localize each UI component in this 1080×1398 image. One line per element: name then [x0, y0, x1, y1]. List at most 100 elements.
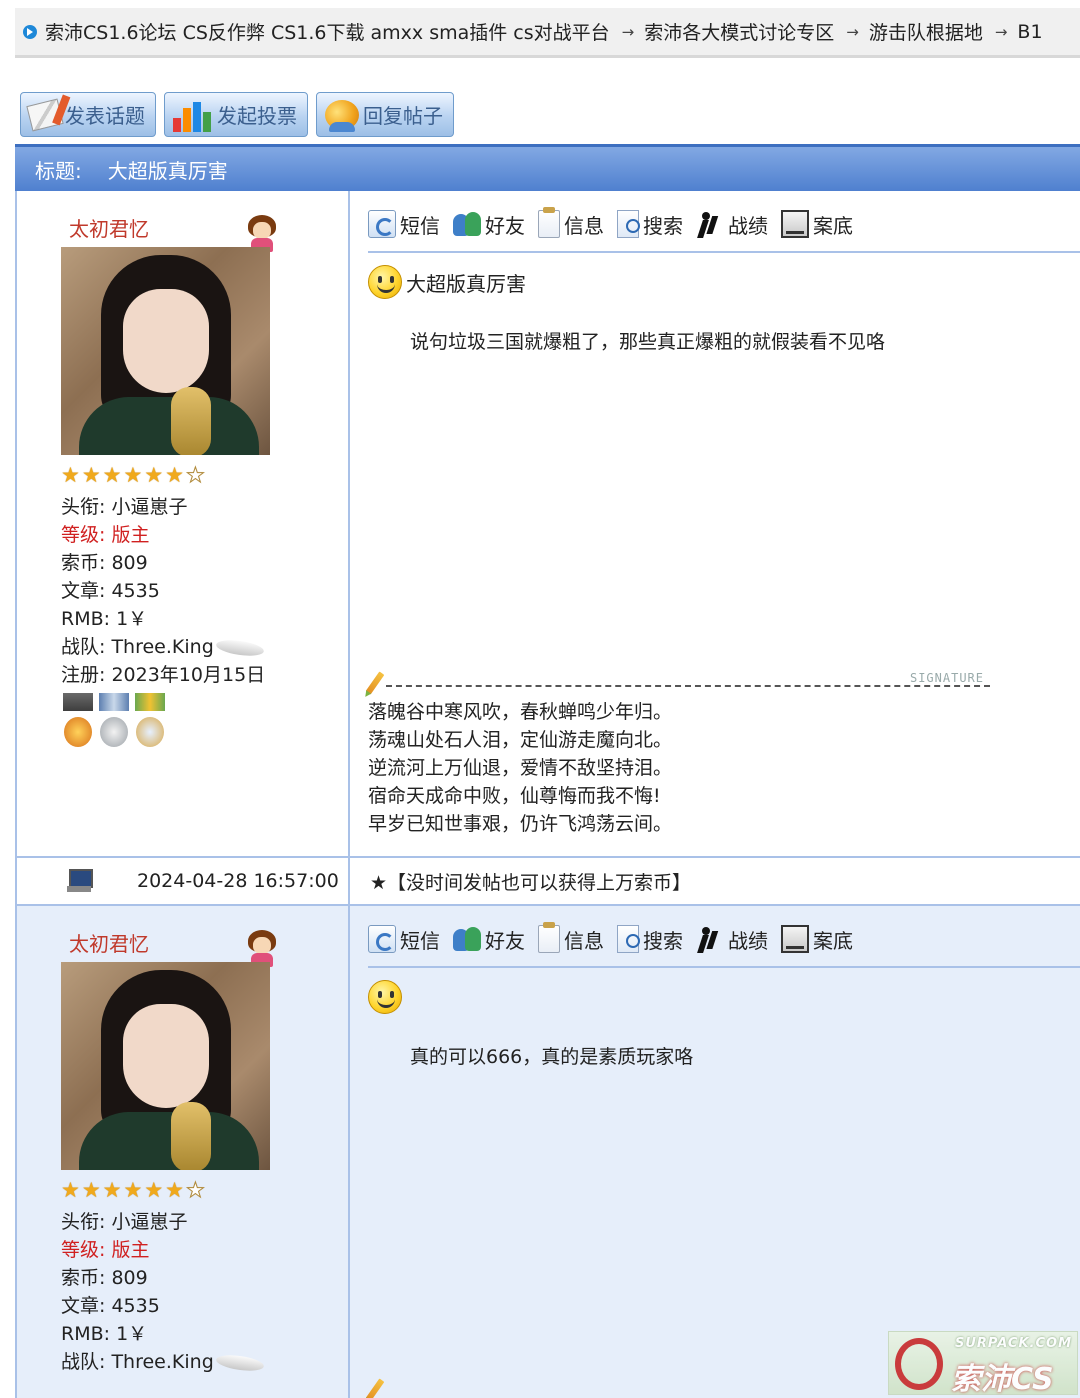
computer-icon[interactable]: [67, 869, 93, 893]
author-info: 头衔: 小逼崽子 等级: 版主 索币: 809 文章: 4535 RMB: 1￥…: [61, 1208, 348, 1376]
author-coins-row: 索币: 809: [61, 1264, 348, 1292]
author-name[interactable]: 太初君忆: [69, 213, 348, 241]
search-icon: [617, 210, 640, 238]
breadcrumb-forum-home[interactable]: 索沛CS1.6论坛 CS反作弊 CS1.6下载 amxx sma插件 cs对战平…: [45, 18, 610, 45]
title-value: 小逼崽子: [111, 1211, 188, 1233]
site-watermark: SURPACK.COM 索沛CS: [888, 1331, 1078, 1397]
action-record[interactable]: 案底: [781, 210, 853, 239]
action-message[interactable]: 短信: [368, 925, 440, 954]
action-friend[interactable]: 好友: [453, 925, 525, 954]
pencil-icon: [365, 671, 385, 695]
registered-value: 2023年10月15日: [111, 664, 266, 686]
post-body: 真的可以666，真的是素质玩家咯: [410, 1046, 694, 1068]
new-poll-button[interactable]: 发起投票: [164, 92, 308, 137]
action-search[interactable]: 搜索: [617, 210, 683, 239]
signature-line: 早岁已知世事艰，仍许飞鸿荡云间。: [368, 813, 673, 835]
team-badge-icon: [215, 1352, 265, 1373]
signature-line: 落魄谷中寒风吹，春秋蝉鸣少年归。: [368, 701, 673, 723]
title-label: 头衔:: [61, 496, 106, 518]
smiley-icon: [368, 265, 402, 299]
bar-chart-icon: [173, 98, 213, 132]
new-poll-label: 发起投票: [217, 104, 297, 128]
dashed-line: [386, 685, 990, 687]
breadcrumb-current[interactable]: B1: [1017, 21, 1042, 43]
team-label: 战队:: [61, 1351, 106, 1373]
author-team-row: 战队: Three.King: [61, 633, 348, 661]
action-stats[interactable]: 战绩: [696, 925, 768, 954]
post-2-content: 短信 好友 信息 搜索 战绩 案底 真的可以666，真的是素质玩家咯: [350, 906, 1080, 1398]
articles-value: 4535: [111, 580, 160, 602]
action-label: 好友: [485, 928, 525, 953]
action-label: 信息: [564, 213, 604, 238]
action-message[interactable]: 短信: [368, 210, 440, 239]
title-label: 头衔:: [61, 1211, 106, 1233]
promo-cell: ★【没时间发帖也可以获得上万索币】: [350, 858, 1080, 904]
registered-label: 注册:: [61, 664, 106, 686]
action-label: 短信: [400, 928, 440, 953]
star-empty-icon: ★: [185, 463, 205, 488]
signature-line: 宿命天成命中败，仙尊悔而我不悔!: [368, 785, 661, 807]
reply-button[interactable]: 回复帖子: [316, 92, 454, 137]
promo-link[interactable]: ★【没时间发帖也可以获得上万索币】: [370, 868, 691, 895]
coins-value: 809: [111, 1267, 148, 1289]
avatar[interactable]: [61, 247, 270, 455]
pencil-icon: [365, 1378, 385, 1398]
breadcrumb-mode-section[interactable]: 索沛各大模式讨论专区: [644, 18, 834, 45]
friends-icon: [453, 925, 481, 953]
post-subject-text: 大超版真厉害: [406, 271, 526, 296]
coins-value: 809: [111, 552, 148, 574]
star-empty-icon: ★: [185, 1178, 205, 1203]
action-label: 案底: [813, 928, 853, 953]
thread-title: 大超版真厉害: [107, 158, 228, 183]
breadcrumb-separator: →: [621, 22, 635, 41]
author-title-row: 头衔: 小逼崽子: [61, 493, 348, 521]
clipboard-icon: [538, 922, 560, 953]
post-actions: 短信 好友 信息 搜索 战绩 案底: [368, 906, 1080, 968]
medal-list: [61, 693, 348, 751]
rmb-value: 1￥: [116, 608, 148, 630]
action-record[interactable]: 案底: [781, 925, 853, 954]
author-coins-row: 索币: 809: [61, 549, 348, 577]
post-2: 太初君忆 ★ ★ ★ ★ ★ ★ ★ 头衔: 小逼崽子 等级: 版主 索币: 8…: [15, 906, 1080, 1398]
post-actions: 短信 好友 信息 搜索 战绩 案底: [368, 191, 1080, 253]
rmb-value: 1￥: [116, 1323, 148, 1345]
action-label: 战绩: [728, 213, 768, 238]
action-search[interactable]: 搜索: [617, 925, 683, 954]
action-stats[interactable]: 战绩: [696, 210, 768, 239]
watermark-logo-icon: [895, 1338, 943, 1390]
author-level-row: 等级: 版主: [61, 521, 348, 549]
signature-line: 逆流河上万仙退，爱情不敌坚持泪。: [368, 757, 673, 779]
action-label: 搜索: [643, 213, 683, 238]
compose-icon: [26, 98, 64, 131]
avatar[interactable]: [61, 962, 270, 1170]
action-friend[interactable]: 好友: [453, 210, 525, 239]
level-value: 版主: [111, 1239, 150, 1261]
team-value[interactable]: Three.King: [111, 1351, 213, 1373]
star-icon: ★: [165, 1178, 184, 1202]
action-info[interactable]: 信息: [538, 207, 604, 239]
smiley-icon: [368, 980, 402, 1014]
action-info[interactable]: 信息: [538, 922, 604, 954]
action-label: 搜索: [643, 928, 683, 953]
breadcrumb-guerrilla-base[interactable]: 游击队根据地: [869, 18, 983, 45]
action-label: 战绩: [728, 928, 768, 953]
author-name[interactable]: 太初君忆: [69, 928, 348, 956]
author-title-row: 头衔: 小逼崽子: [61, 1208, 348, 1236]
team-value[interactable]: Three.King: [111, 636, 213, 658]
post-1: 太初君忆 ★ ★ ★ ★ ★ ★ ★ 头衔: 小逼崽子 等级: 版主 索币: 8…: [15, 191, 1080, 856]
search-icon: [617, 925, 640, 953]
post-datetime: 2024-04-28 16:57:00: [137, 870, 339, 892]
record-icon: [781, 925, 809, 953]
action-label: 短信: [400, 213, 440, 238]
author-rmb-row: RMB: 1￥: [61, 605, 348, 633]
post-2-author-panel: 太初君忆 ★ ★ ★ ★ ★ ★ ★ 头衔: 小逼崽子 等级: 版主 索币: 8…: [17, 906, 350, 1398]
author-team-row: 战队: Three.King: [61, 1348, 348, 1376]
medal-icon: [133, 693, 167, 751]
author-registered-row: 注册: 2023年10月15日: [61, 661, 348, 689]
rmb-label: RMB:: [61, 1323, 111, 1345]
action-label: 案底: [813, 213, 853, 238]
new-topic-button[interactable]: 发表话题: [20, 92, 156, 137]
watermark-logo-text: 索沛CS: [951, 1362, 1054, 1397]
reply-icon: [325, 99, 359, 132]
post-subject: [368, 978, 1080, 1016]
